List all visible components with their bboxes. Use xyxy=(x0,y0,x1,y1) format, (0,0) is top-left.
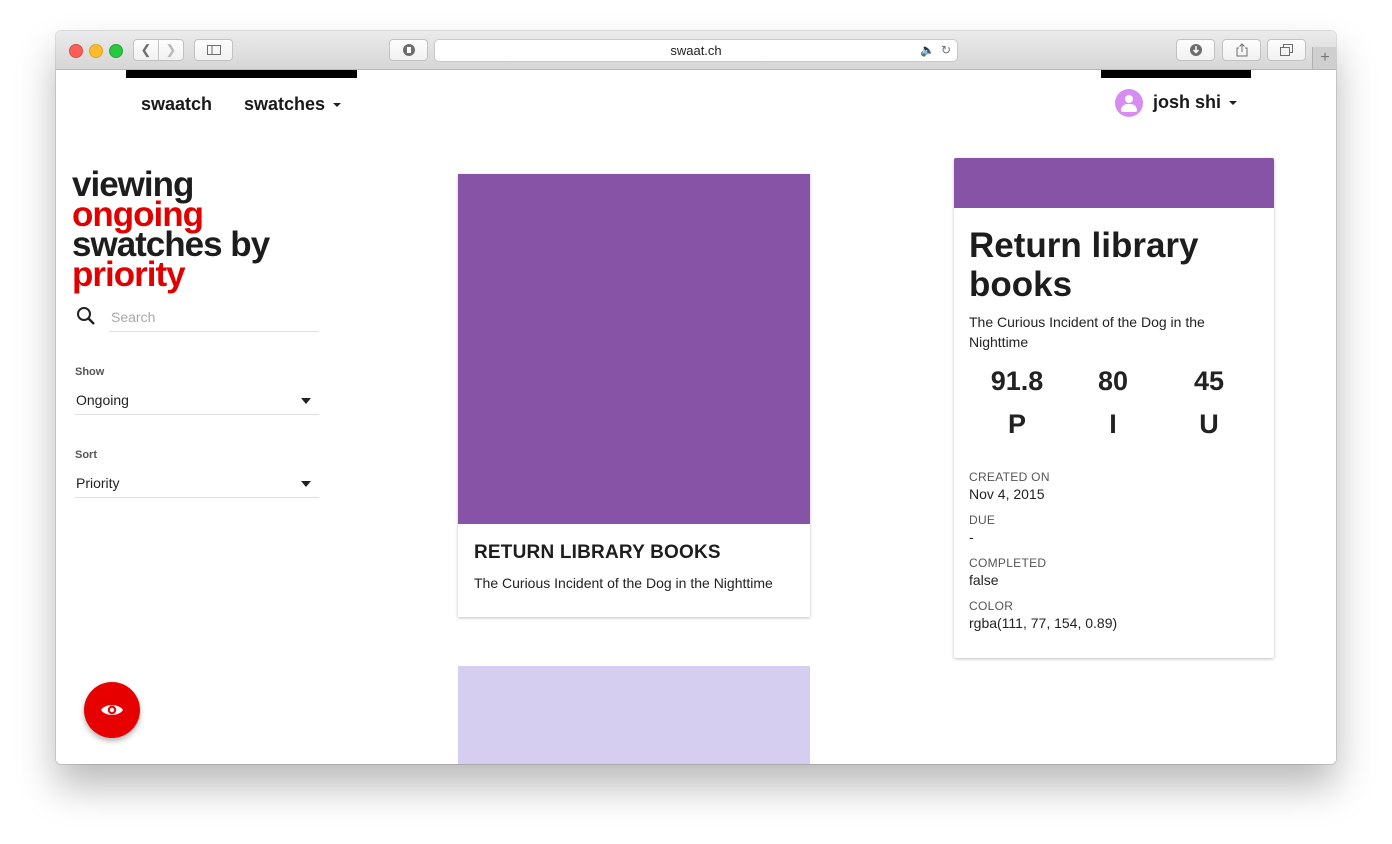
user-menu[interactable]: josh shi xyxy=(1153,92,1238,113)
stat-priority-value: 91.8 xyxy=(990,366,1044,396)
caret-down-icon xyxy=(1229,101,1238,106)
close-window-button[interactable] xyxy=(69,44,83,58)
show-tabs-button[interactable] xyxy=(1267,39,1306,61)
sidebar-icon xyxy=(206,45,221,55)
sort-select[interactable]: Priority xyxy=(75,471,319,498)
detail-subtitle: The Curious Incident of the Dog in the N… xyxy=(969,314,1205,350)
swatch-card-title: RETURN LIBRARY BOOKS xyxy=(474,542,721,563)
dropdown-arrow-icon xyxy=(301,398,311,404)
stat-urgency-letter: U xyxy=(1199,409,1219,439)
nav-brand-link[interactable]: swaatch xyxy=(141,94,212,115)
new-tab-button[interactable]: + xyxy=(1312,47,1336,69)
sort-select-value: Priority xyxy=(76,475,120,491)
browser-toolbar: ❮ ❯ swaat.ch 🔈 ↻ + xyxy=(56,31,1336,70)
due-value: - xyxy=(969,529,974,545)
reload-icon[interactable]: ↻ xyxy=(941,43,951,57)
swatch-card-subtitle: The Curious Incident of the Dog in the N… xyxy=(474,575,773,591)
detail-color-strip xyxy=(954,158,1274,208)
page-heading: viewing ongoing swatches by priority xyxy=(72,167,270,294)
page-content: swaatch swatches josh shi viewing ongoin… xyxy=(56,70,1336,764)
shield-icon xyxy=(402,44,415,56)
user-name-label: josh shi xyxy=(1153,92,1222,112)
dropdown-arrow-icon xyxy=(301,481,311,487)
show-label: Show xyxy=(75,366,105,378)
show-select-value: Ongoing xyxy=(76,392,129,408)
url-text: swaat.ch xyxy=(670,43,722,58)
color-label: COLOR xyxy=(969,599,1014,613)
heading-sort-order: priority xyxy=(72,255,186,294)
chevron-left-icon: ❮ xyxy=(140,42,152,57)
address-bar[interactable]: swaat.ch 🔈 ↻ xyxy=(434,39,958,62)
stat-priority-letter: P xyxy=(1007,409,1026,439)
show-select[interactable]: Ongoing xyxy=(75,388,319,415)
swatch-color-block xyxy=(458,174,810,524)
stat-importance-letter: I xyxy=(1109,409,1117,439)
created-label: CREATED ON xyxy=(969,470,1050,484)
user-accent-bar xyxy=(1101,70,1251,78)
downloads-button[interactable] xyxy=(1176,39,1215,61)
chevron-right-icon: ❯ xyxy=(165,42,177,57)
zoom-window-button[interactable] xyxy=(109,44,123,58)
swatch-detail-panel: Return library books The Curious Inciden… xyxy=(954,158,1274,658)
person-icon xyxy=(1125,95,1133,103)
nav-swatches-menu[interactable]: swatches xyxy=(244,94,342,115)
sort-label: Sort xyxy=(75,449,97,461)
stat-priority: 91.8 P xyxy=(977,366,1057,440)
toggle-view-fab[interactable] xyxy=(84,682,140,738)
search-input[interactable] xyxy=(109,305,313,329)
swatch-card-next[interactable] xyxy=(458,666,810,764)
privacy-report-button[interactable] xyxy=(389,39,428,61)
back-button[interactable]: ❮ xyxy=(133,39,159,61)
nav-accent-bar xyxy=(126,70,357,78)
due-label: DUE xyxy=(969,513,996,527)
tabs-icon xyxy=(1280,44,1293,56)
detail-title: Return library books xyxy=(969,226,1199,304)
minimize-window-button[interactable] xyxy=(89,44,103,58)
completed-value: false xyxy=(969,572,999,588)
browser-window: ❮ ❯ swaat.ch 🔈 ↻ + swaatch swatches josh… xyxy=(56,31,1336,764)
stat-importance-value: 80 xyxy=(1097,366,1129,396)
plus-icon: + xyxy=(1320,49,1330,66)
share-icon xyxy=(1236,43,1247,57)
stat-importance: 80 I xyxy=(1073,366,1153,440)
avatar[interactable] xyxy=(1115,89,1143,117)
color-value: rgba(111, 77, 154, 0.89) xyxy=(969,615,1118,631)
sidebar-toggle-button[interactable] xyxy=(194,39,233,61)
completed-label: COMPLETED xyxy=(969,556,1047,570)
stat-urgency: 45 U xyxy=(1169,366,1249,440)
speaker-icon[interactable]: 🔈 xyxy=(920,43,935,57)
nav-swatches-label: swatches xyxy=(244,94,326,114)
created-value: Nov 4, 2015 xyxy=(969,486,1045,502)
search-field xyxy=(109,305,319,332)
download-icon xyxy=(1189,44,1202,56)
stat-urgency-value: 45 xyxy=(1193,366,1225,396)
forward-button[interactable]: ❯ xyxy=(158,39,184,61)
caret-down-icon xyxy=(333,103,342,108)
search-icon xyxy=(77,307,95,325)
share-button[interactable] xyxy=(1222,39,1261,61)
eye-icon xyxy=(101,705,123,715)
swatch-card[interactable]: RETURN LIBRARY BOOKS The Curious Inciden… xyxy=(458,174,810,617)
